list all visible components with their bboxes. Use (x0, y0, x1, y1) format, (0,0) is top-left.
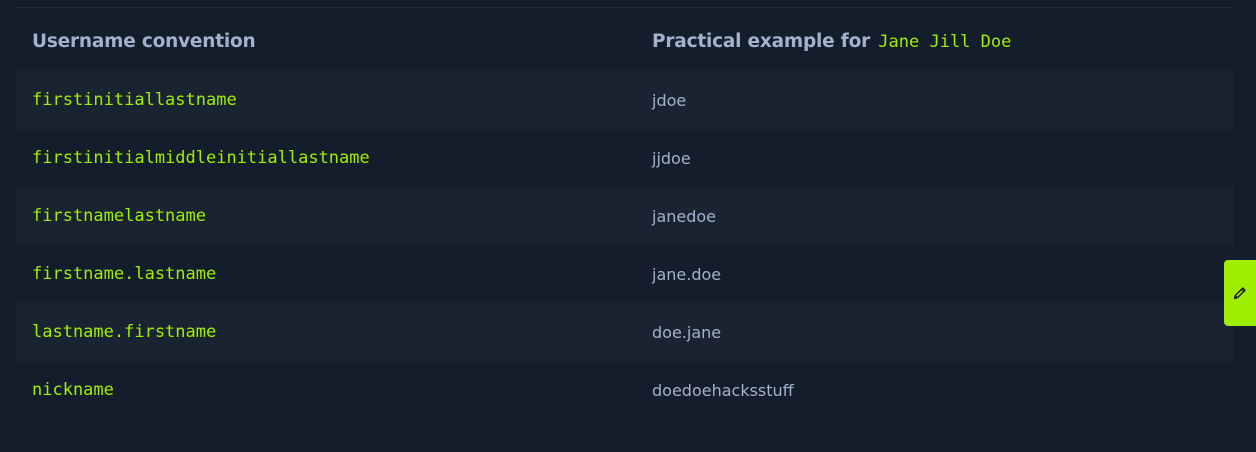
header-example-name: Jane Jill Doe (878, 31, 1012, 52)
example-cell: jane.doe (636, 245, 1234, 303)
convention-cell: firstinitiallastname (16, 71, 636, 129)
convention-cell: firstinitialmiddleinitiallastname (16, 129, 636, 187)
table-header-row: Username convention Practical example fo… (16, 11, 1234, 71)
example-cell: jjdoe (636, 129, 1234, 187)
divider (16, 7, 1234, 8)
edit-side-button[interactable] (1224, 260, 1256, 326)
header-practical-example: Practical example for Jane Jill Doe (636, 11, 1234, 71)
convention-cell: firstname.lastname (16, 245, 636, 303)
example-cell: jdoe (636, 71, 1234, 129)
table-row: lastname.firstname doe.jane (16, 303, 1234, 361)
table-row: firstinitialmiddleinitiallastname jjdoe (16, 129, 1234, 187)
convention-cell: nickname (16, 361, 636, 419)
table-row: firstname.lastname jane.doe (16, 245, 1234, 303)
table-row: firstinitiallastname jdoe (16, 71, 1234, 129)
convention-cell: firstnamelastname (16, 187, 636, 245)
example-cell: janedoe (636, 187, 1234, 245)
header-example-label: Practical example for (652, 30, 871, 52)
convention-cell: lastname.firstname (16, 303, 636, 361)
table-row: firstnamelastname janedoe (16, 187, 1234, 245)
example-cell: doe.jane (636, 303, 1234, 361)
pencil-icon (1233, 286, 1247, 300)
header-username-convention: Username convention (32, 30, 256, 52)
page: Username convention Practical example fo… (0, 0, 1256, 452)
username-conventions-table: Username convention Practical example fo… (16, 11, 1234, 419)
example-cell: doedoehacksstuff (636, 361, 1234, 419)
table-row: nickname doedoehacksstuff (16, 361, 1234, 419)
